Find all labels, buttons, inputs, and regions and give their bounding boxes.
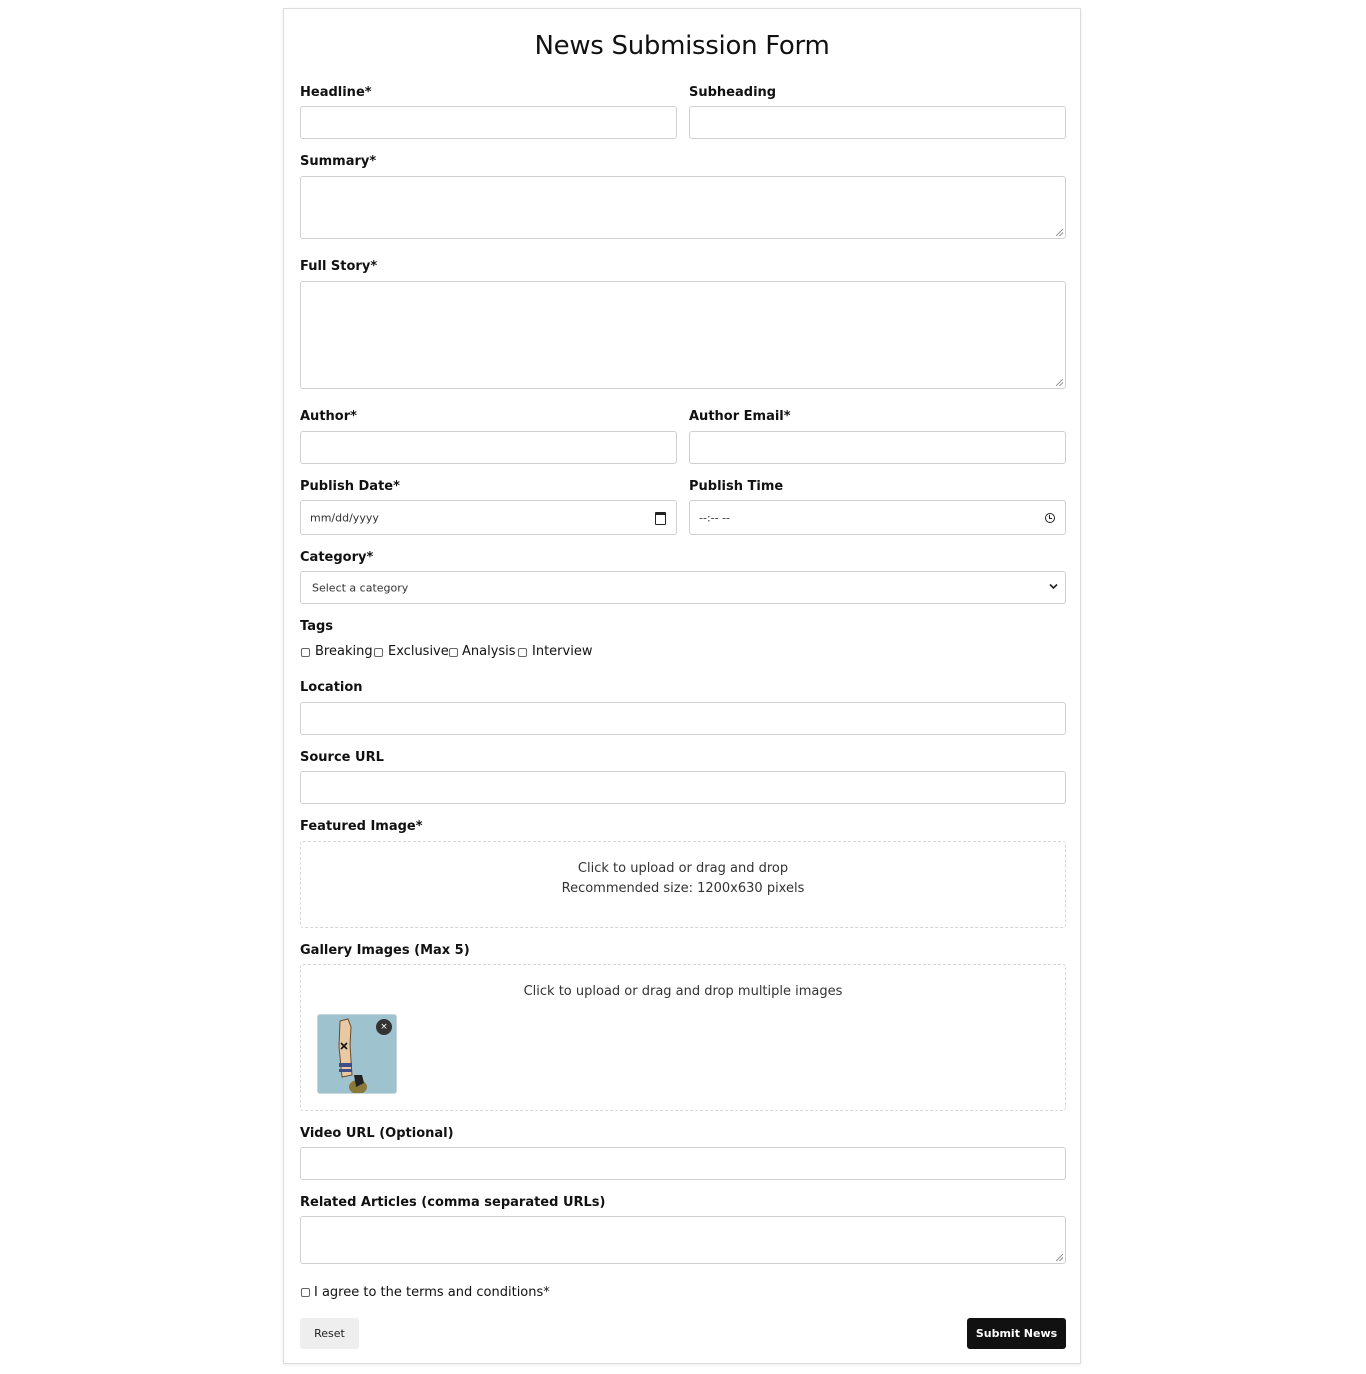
featured-image-size-hint: Recommended size: 1200x630 pixels — [561, 881, 805, 896]
news-submission-form: News Submission Form Headline* Subheadin… — [283, 8, 1081, 1364]
tag-breaking-label[interactable]: Breaking — [315, 644, 373, 659]
summary-textarea[interactable] — [300, 176, 1066, 239]
full-story-textarea[interactable] — [300, 281, 1066, 389]
tag-interview-label[interactable]: Interview — [532, 644, 592, 659]
gallery-dropzone[interactable]: Click to upload or drag and drop multipl… — [300, 964, 1066, 1111]
terms-label[interactable]: I agree to the terms and conditions* — [314, 1285, 550, 1300]
headline-input[interactable] — [300, 106, 677, 139]
summary-label: Summary* — [300, 154, 377, 169]
reset-button[interactable]: Reset — [300, 1318, 359, 1349]
terms-checkbox[interactable] — [301, 1288, 310, 1297]
category-selected-value: Select a category — [312, 581, 409, 594]
gallery-label: Gallery Images (Max 5) — [300, 943, 470, 958]
video-url-label: Video URL (Optional) — [300, 1126, 454, 1141]
author-input[interactable] — [300, 431, 677, 464]
tag-exclusive-checkbox[interactable] — [374, 648, 383, 657]
source-url-label: Source URL — [300, 750, 384, 765]
publish-date-label: Publish Date* — [300, 479, 400, 494]
calendar-icon[interactable] — [655, 512, 666, 525]
submit-news-button[interactable]: Submit News — [967, 1318, 1066, 1349]
related-articles-textarea[interactable] — [300, 1216, 1066, 1264]
gallery-hint: Click to upload or drag and drop multipl… — [523, 984, 843, 999]
tag-analysis-checkbox[interactable] — [449, 648, 458, 657]
publish-time-placeholder: --:-- -- — [699, 511, 731, 524]
tags-label: Tags — [300, 619, 334, 634]
related-articles-label: Related Articles (comma separated URLs) — [300, 1195, 606, 1210]
headline-label: Headline* — [300, 85, 372, 100]
full-story-label: Full Story* — [300, 259, 378, 274]
author-email-input[interactable] — [689, 431, 1066, 464]
tag-analysis-label[interactable]: Analysis — [462, 644, 516, 659]
featured-image-hint: Click to upload or drag and drop — [577, 861, 789, 876]
subheading-input[interactable] — [689, 106, 1066, 139]
featured-image-label: Featured Image* — [300, 819, 423, 834]
gallery-thumbnail: × — [317, 1014, 397, 1094]
video-url-input[interactable] — [300, 1147, 1066, 1180]
tag-breaking-checkbox[interactable] — [301, 648, 310, 657]
location-input[interactable] — [300, 702, 1066, 735]
category-select[interactable]: Select a category — [300, 571, 1066, 604]
remove-image-button[interactable]: × — [376, 1019, 392, 1035]
author-label: Author* — [300, 409, 357, 424]
author-email-label: Author Email* — [689, 409, 791, 424]
tag-exclusive-label[interactable]: Exclusive — [388, 644, 449, 659]
clock-icon[interactable] — [1045, 513, 1055, 523]
chevron-down-icon — [1049, 583, 1058, 590]
source-url-input[interactable] — [300, 771, 1066, 804]
publish-date-input[interactable]: mm/dd/yyyy — [300, 500, 677, 535]
location-label: Location — [300, 680, 363, 695]
featured-image-dropzone[interactable]: Click to upload or drag and drop Recomme… — [300, 841, 1066, 928]
form-title: News Submission Form — [534, 31, 830, 61]
publish-date-placeholder: mm/dd/yyyy — [310, 511, 379, 524]
publish-time-input[interactable]: --:-- -- — [689, 500, 1066, 535]
tag-interview-checkbox[interactable] — [518, 648, 527, 657]
category-label: Category* — [300, 550, 374, 565]
subheading-label: Subheading — [689, 85, 777, 100]
publish-time-label: Publish Time — [689, 479, 784, 494]
